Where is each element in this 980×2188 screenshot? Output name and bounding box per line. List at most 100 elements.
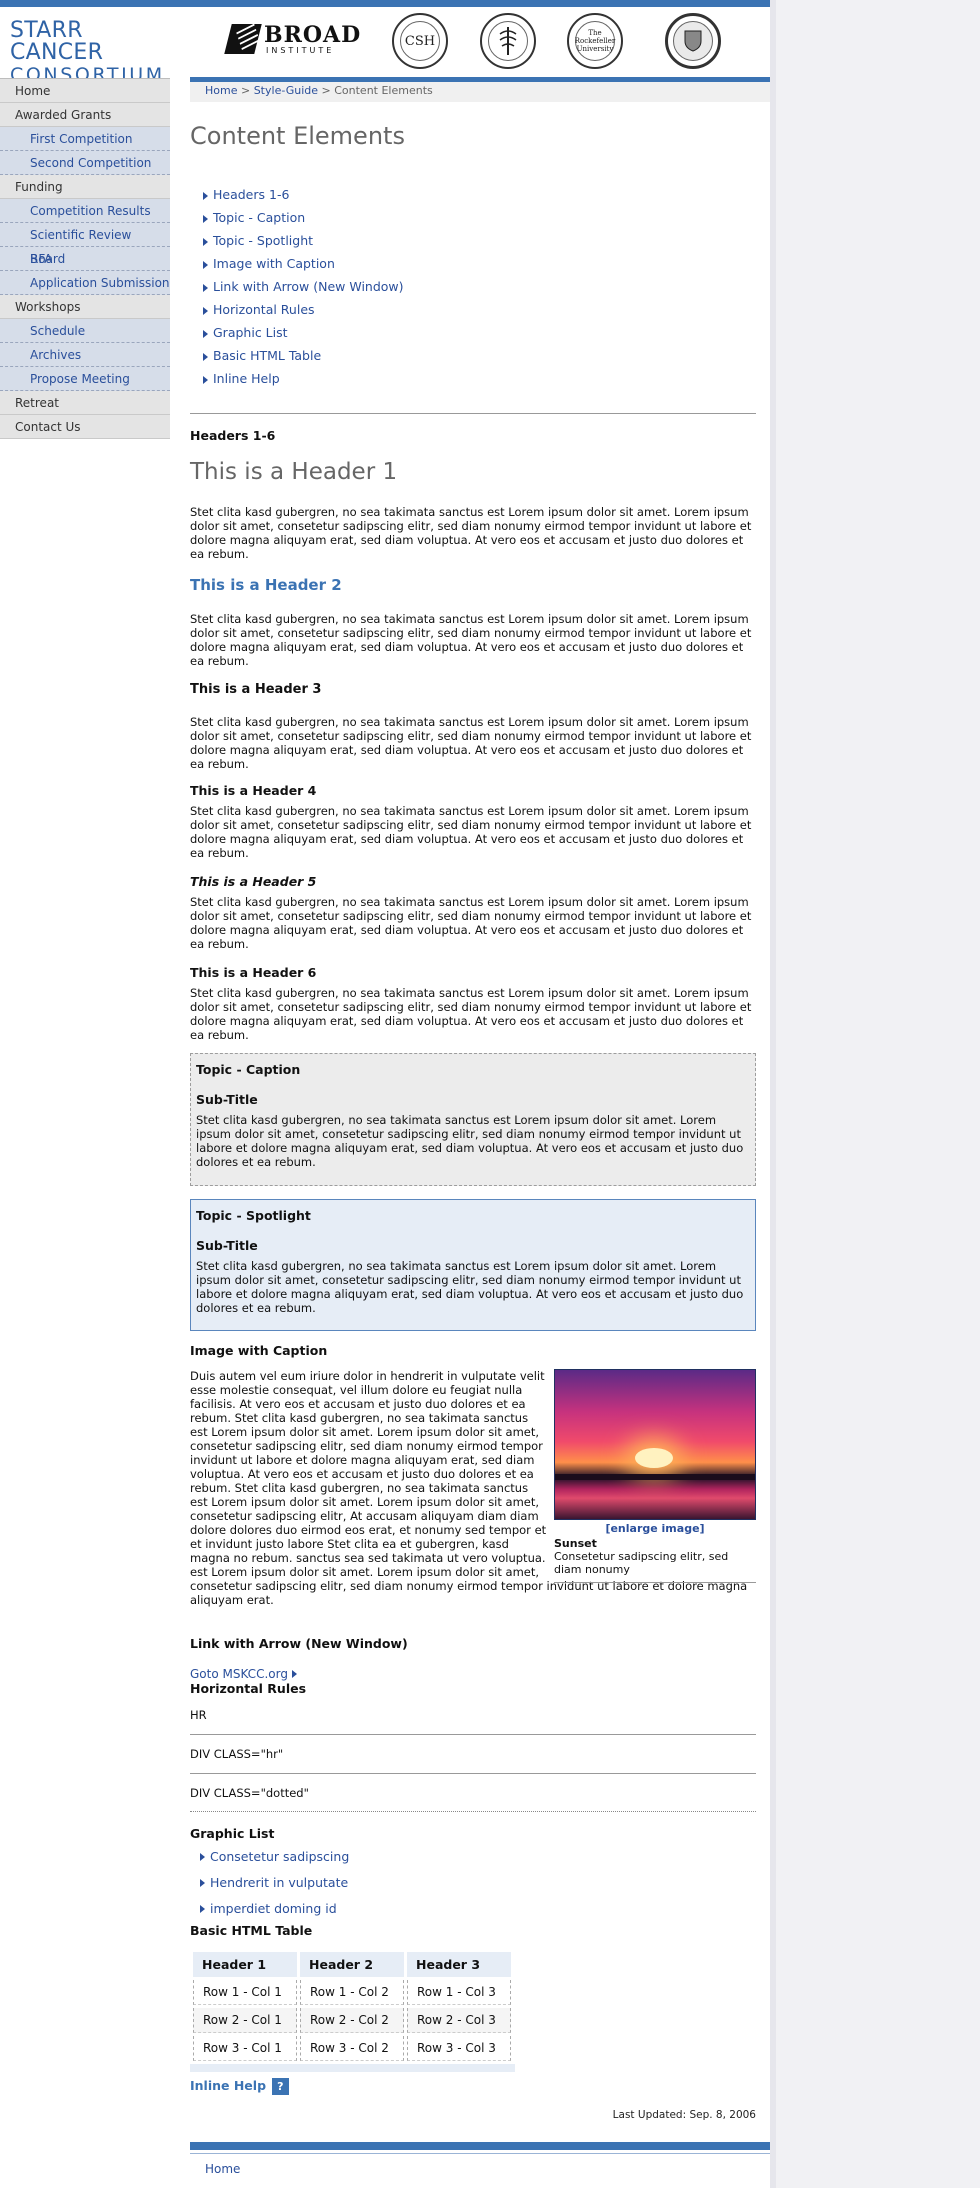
- weill-cornell-seal[interactable]: [665, 13, 721, 69]
- table-cell: Row 3 - Col 1: [193, 2036, 297, 2061]
- mskcc-seal[interactable]: [480, 13, 536, 69]
- broad-institute-logo[interactable]: BROAD INSTITUTE: [224, 22, 360, 58]
- sidebar-item-home[interactable]: Home: [0, 79, 170, 103]
- sunset-photo[interactable]: [554, 1369, 756, 1520]
- table-header-cell: Header 3: [407, 1952, 511, 1977]
- breadcrumb-home[interactable]: Home: [205, 84, 237, 97]
- toc-item[interactable]: Headers 1-6: [203, 187, 756, 210]
- help-question-icon[interactable]: ?: [271, 2078, 289, 2095]
- section-title-hr: Horizontal Rules: [190, 1681, 307, 1696]
- topic-caption-box: Topic - Caption Sub-Title Stet clita kas…: [190, 1053, 756, 1186]
- sidebar-item-scientific-review-board[interactable]: Scientific Review Board: [0, 223, 170, 266]
- horizon-shape: [555, 1474, 755, 1480]
- sidebar-item-awarded-grants[interactable]: Awarded Grants: [0, 103, 170, 127]
- graphic-list-item[interactable]: Hendrerit in vulputate: [200, 1875, 756, 1901]
- table-row: Row 3 - Col 1 Row 3 - Col 2 Row 3 - Col 3: [193, 2036, 511, 2061]
- rockefeller-seal[interactable]: The Rockefeller University: [567, 13, 623, 69]
- toc-link[interactable]: Image with Caption: [213, 256, 335, 271]
- graphic-list-link[interactable]: Consetetur sadipscing: [210, 1849, 349, 1864]
- toc-link[interactable]: Graphic List: [213, 325, 288, 340]
- table-cell: Row 3 - Col 2: [300, 2036, 404, 2061]
- header-3-demo: This is a Header 3: [190, 682, 322, 697]
- footer-thin-rule: [190, 2153, 770, 2154]
- body-paragraph: Stet clita kasd gubergren, no sea takima…: [190, 895, 752, 951]
- table-row: Row 1 - Col 1 Row 1 - Col 2 Row 1 - Col 3: [193, 1980, 511, 2005]
- toc-item[interactable]: Inline Help: [203, 371, 756, 394]
- image-with-caption: Duis autem vel eum iriure dolor in hendr…: [190, 1369, 756, 1624]
- table-of-contents: Headers 1-6 Topic - Caption Topic - Spotli…: [203, 187, 756, 394]
- csh-seal-text: CSH: [400, 21, 440, 61]
- sidebar-item-application-submission[interactable]: Application Submission: [0, 271, 170, 295]
- toc-item[interactable]: Basic HTML Table: [203, 348, 756, 371]
- sidebar-item-retreat[interactable]: Retreat: [0, 391, 170, 415]
- toc-link[interactable]: Topic - Caption: [213, 210, 305, 225]
- basic-html-table: Header 1 Header 2 Header 3 Row 1 - Col 1 Ro…: [190, 1949, 514, 2064]
- toc-link[interactable]: Basic HTML Table: [213, 348, 321, 363]
- caption-box-title: Topic - Caption: [196, 1062, 301, 1077]
- sidebar-nav: Home Awarded Grants First Competition Secon…: [0, 78, 170, 439]
- goto-mskcc-link[interactable]: Goto MSKCC.org: [190, 1667, 297, 1681]
- toc-link[interactable]: Topic - Spotlight: [213, 233, 313, 248]
- right-gutter: [770, 0, 980, 2188]
- toc-item[interactable]: Graphic List: [203, 325, 756, 348]
- toc-divider: [190, 413, 756, 414]
- figure-divider: [554, 1582, 756, 1583]
- header-5-demo: This is a Header 5: [190, 874, 317, 889]
- sidebar-item-second-competition[interactable]: Second Competition: [0, 151, 170, 175]
- sidebar-item-rfa[interactable]: RFA: [0, 247, 170, 271]
- sidebar-item-workshops[interactable]: Workshops: [0, 295, 170, 319]
- sidebar-item-propose-meeting[interactable]: Propose Meeting: [0, 367, 170, 391]
- footer-bar: [190, 2142, 770, 2150]
- toc-link[interactable]: Headers 1-6: [213, 187, 289, 202]
- body-paragraph: Stet clita kasd gubergren, no sea takima…: [190, 505, 752, 561]
- header-6-demo: This is a Header 6: [190, 965, 317, 980]
- table-cell: Row 3 - Col 3: [407, 2036, 511, 2061]
- mskcc-caduceus-icon: [488, 21, 528, 61]
- figure-title: Sunset: [554, 1537, 597, 1550]
- horizontal-rule: [190, 1734, 756, 1735]
- breadcrumb-bar: Home > Style-Guide > Content Elements: [190, 77, 770, 102]
- sidebar-item-first-competition[interactable]: First Competition: [0, 127, 170, 151]
- section-title-headers: Headers 1-6: [190, 428, 276, 443]
- table-cell: Row 1 - Col 3: [407, 1980, 511, 2005]
- cold-spring-harbor-seal[interactable]: CSH: [392, 13, 448, 69]
- toc-link[interactable]: Inline Help: [213, 371, 280, 386]
- cornell-shield-icon: [673, 21, 713, 61]
- inline-help: Inline Help ?: [190, 2077, 756, 2097]
- toc-item[interactable]: Link with Arrow (New Window): [203, 279, 756, 302]
- graphic-list-link[interactable]: Hendrerit in vulputate: [210, 1875, 348, 1890]
- sun-shape: [635, 1448, 673, 1468]
- table-header-cell: Header 2: [300, 1952, 404, 1977]
- dotted-rule: [190, 1811, 756, 1812]
- caption-box-subtitle: Sub-Title: [196, 1092, 258, 1107]
- footer-home-link[interactable]: Home: [190, 2162, 770, 2176]
- broad-logo-name: BROAD: [264, 22, 362, 48]
- breadcrumb-separator: >: [237, 84, 254, 97]
- breadcrumb-style-guide[interactable]: Style-Guide: [254, 84, 318, 97]
- div-hr-rule: [190, 1773, 756, 1774]
- toc-link[interactable]: Horizontal Rules: [213, 302, 315, 317]
- sidebar-item-competition-results[interactable]: Competition Results: [0, 199, 170, 223]
- sidebar-item-archives[interactable]: Archives: [0, 343, 170, 367]
- graphic-list-item[interactable]: imperdiet doming id: [200, 1901, 756, 1927]
- toc-item[interactable]: Topic - Spotlight: [203, 233, 756, 256]
- table-header-cell: Header 1: [193, 1952, 297, 1977]
- graphic-list-item[interactable]: Consetetur sadipscing: [200, 1849, 756, 1875]
- toc-item[interactable]: Topic - Caption: [203, 210, 756, 233]
- toc-item[interactable]: Horizontal Rules: [203, 302, 756, 325]
- last-updated: Last Updated: Sep. 8, 2006: [612, 2109, 756, 2121]
- toc-item[interactable]: Image with Caption: [203, 256, 756, 279]
- main-content: Content Elements Headers 1-6 Topic - Capt…: [190, 102, 756, 2121]
- inline-help-link[interactable]: Inline Help: [190, 2078, 266, 2093]
- sidebar-item-schedule[interactable]: Schedule: [0, 319, 170, 343]
- table-cell: Row 2 - Col 1: [193, 2008, 297, 2033]
- graphic-list-link[interactable]: imperdiet doming id: [210, 1901, 337, 1916]
- site-logo[interactable]: STARR CANCER CONSORTIUM: [10, 20, 175, 87]
- enlarge-image-link[interactable]: [enlarge image]: [554, 1522, 756, 1535]
- sidebar-item-contact-us[interactable]: Contact Us: [0, 415, 170, 439]
- top-bar: [0, 0, 770, 7]
- sidebar-item-funding[interactable]: Funding: [0, 175, 170, 199]
- rockefeller-seal-text: The Rockefeller University: [574, 29, 616, 53]
- toc-link[interactable]: Link with Arrow (New Window): [213, 279, 404, 294]
- page: STARR CANCER CONSORTIUM BROAD INSTITUTE …: [0, 0, 770, 2188]
